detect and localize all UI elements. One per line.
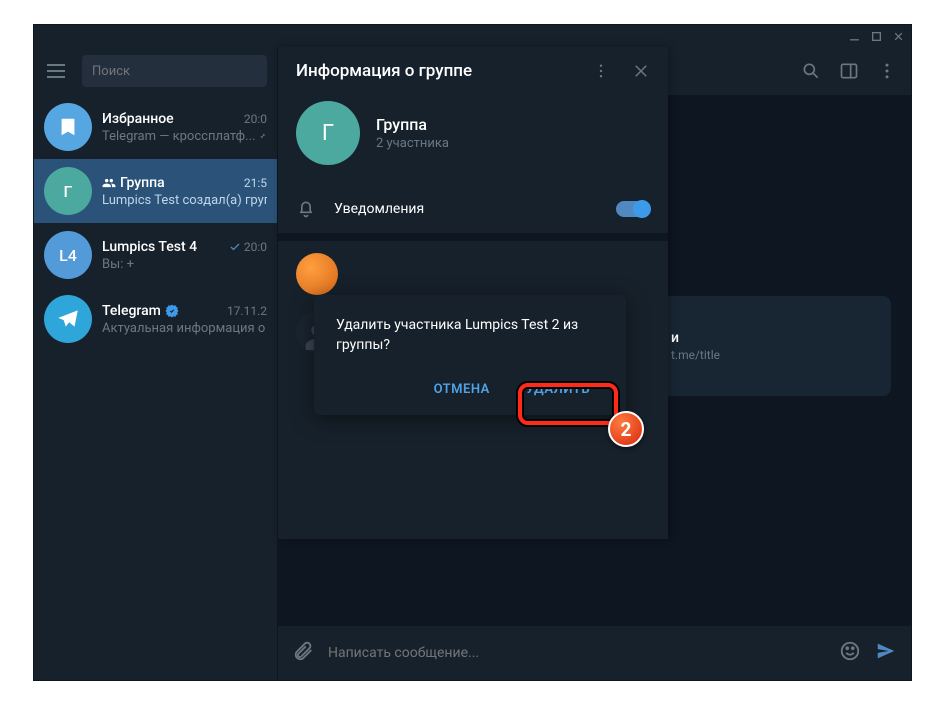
group-icon <box>102 176 116 190</box>
bell-icon <box>296 199 316 219</box>
close-window-button[interactable] <box>891 29 905 43</box>
chat-time: 17.11.2 <box>227 304 267 318</box>
chat-item-telegram[interactable]: Telegram 17.11.2 Актуальная информация о… <box>34 287 277 351</box>
chat-time: 21:5 <box>244 176 267 190</box>
avatar-group: Г <box>44 167 92 215</box>
sidepanel-icon[interactable] <box>839 61 859 81</box>
member-avatar <box>296 253 338 295</box>
dialog-message: Удалить участника Lumpics Test 2 из груп… <box>336 315 604 356</box>
chat-msg: Lumpics Test создал(а) групп <box>102 193 267 208</box>
delete-button[interactable]: УДАЛИТЬ <box>512 374 604 405</box>
group-avatar: Г <box>296 101 360 165</box>
bubble-title: и <box>671 330 720 346</box>
maximize-button[interactable] <box>869 29 883 43</box>
chat-name: Telegram <box>102 303 179 319</box>
annotation-badge: 2 <box>608 411 644 447</box>
notifications-label: Уведомления <box>334 201 598 217</box>
chat-time: 20:0 <box>244 112 267 126</box>
search-icon[interactable] <box>801 61 821 81</box>
verified-icon <box>165 304 179 318</box>
info-panel-title: Информация о группе <box>296 61 472 81</box>
cancel-button[interactable]: ОТМЕНА <box>420 374 504 405</box>
minimize-button[interactable] <box>847 29 861 43</box>
titlebar <box>34 25 911 47</box>
panel-more-icon[interactable] <box>592 62 610 80</box>
bubble-link: t.me/title <box>671 348 720 362</box>
group-name: Группа <box>376 115 449 134</box>
chat-item-group[interactable]: Г Группа 21:5 Lumpics Test создал(а) гру… <box>34 159 277 223</box>
message-input[interactable] <box>328 645 825 661</box>
chat-item-saved[interactable]: Избранное 20:0 Telegram — кроссплатф... <box>34 95 277 159</box>
chat-name: Избранное <box>102 111 174 127</box>
chat-msg: Актуальная информация о ... <box>102 321 267 336</box>
chat-item-l4[interactable]: L4 Lumpics Test 4 20:0 Вы: + <box>34 223 277 287</box>
notifications-toggle[interactable] <box>616 201 650 217</box>
chat-name: Lumpics Test 4 <box>102 239 197 255</box>
sidebar: Избранное 20:0 Telegram — кроссплатф... … <box>34 47 278 680</box>
search-input[interactable] <box>82 55 267 87</box>
check-icon <box>229 241 241 253</box>
group-members-count: 2 участника <box>376 136 449 151</box>
chat-list: Избранное 20:0 Telegram — кроссплатф... … <box>34 95 277 680</box>
send-button[interactable] <box>875 640 897 666</box>
menu-button[interactable] <box>44 59 68 83</box>
avatar-saved-icon <box>44 103 92 151</box>
emoji-icon[interactable] <box>839 640 861 666</box>
composer <box>278 626 911 680</box>
notifications-row[interactable]: Уведомления <box>278 185 668 233</box>
chat-msg: Вы: + <box>102 257 134 272</box>
confirm-dialog: Удалить участника Lumpics Test 2 из груп… <box>314 295 626 415</box>
pin-icon <box>259 130 267 142</box>
group-info-panel: Информация о группе Г Группа 2 участника… <box>278 47 668 539</box>
attach-icon[interactable] <box>292 640 314 666</box>
group-profile[interactable]: Г Группа 2 участника <box>278 95 668 185</box>
app-window: Избранное 20:0 Telegram — кроссплатф... … <box>33 24 912 681</box>
search-field[interactable] <box>92 64 257 79</box>
chat-name: Группа <box>102 175 165 191</box>
chat-msg: Telegram — кроссплатф... <box>102 129 255 144</box>
chat-time: 20:0 <box>229 240 267 254</box>
avatar-l4: L4 <box>44 231 92 279</box>
avatar-telegram-icon <box>44 295 92 343</box>
panel-close-icon[interactable] <box>632 62 650 80</box>
more-icon[interactable] <box>877 61 897 81</box>
